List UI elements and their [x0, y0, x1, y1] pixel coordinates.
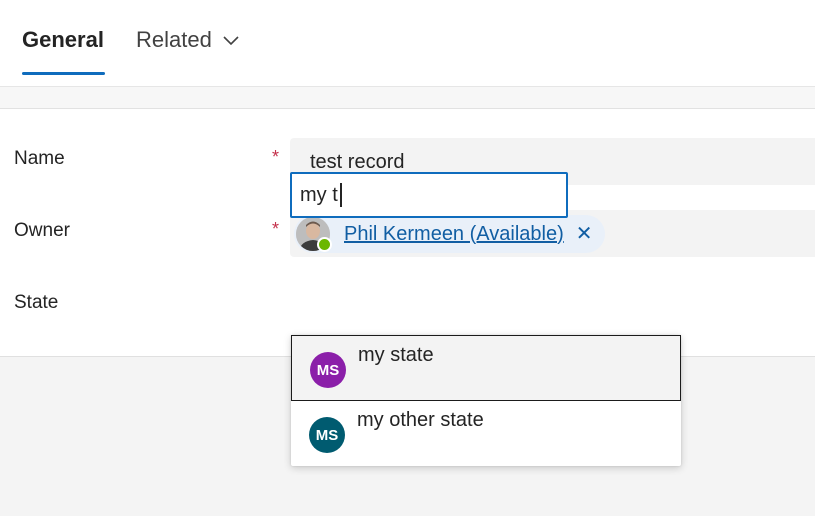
state-label: State: [14, 292, 59, 313]
avatar: [296, 217, 332, 252]
name-value: test record: [310, 151, 405, 173]
option-avatar: MS: [310, 352, 346, 388]
option-label: my other state: [357, 409, 484, 431]
remove-owner-icon[interactable]: ✕: [576, 224, 593, 244]
tab-bar: General Related: [0, 0, 815, 87]
option-avatar: MS: [309, 417, 345, 453]
name-label: Name: [14, 148, 65, 169]
tab-general[interactable]: General: [22, 26, 104, 54]
tab-selected-indicator: [22, 72, 105, 75]
tab-related-label: Related: [136, 27, 212, 52]
dropdown-option-my-other-state[interactable]: MS my other state: [291, 401, 681, 467]
lookup-dropdown: MS my state MS my other state: [291, 335, 681, 466]
section-separator: [0, 87, 815, 109]
name-required-marker: *: [272, 147, 280, 167]
option-label: my state: [358, 344, 434, 366]
tab-related[interactable]: Related: [136, 26, 240, 54]
owner-chip: Phil Kermeen (Available) ✕: [294, 215, 605, 253]
owner-label: Owner: [14, 220, 70, 241]
form-section: Name * test record Owner * Phil Kermeen …: [0, 109, 815, 357]
owner-required-marker: *: [272, 219, 280, 239]
owner-link[interactable]: Phil Kermeen (Available): [344, 223, 564, 246]
presence-available-icon: [317, 237, 332, 252]
text-caret: [340, 183, 342, 207]
state-input[interactable]: [290, 172, 568, 218]
dropdown-option-my-state[interactable]: MS my state: [291, 335, 681, 401]
chevron-down-icon: [223, 36, 239, 46]
